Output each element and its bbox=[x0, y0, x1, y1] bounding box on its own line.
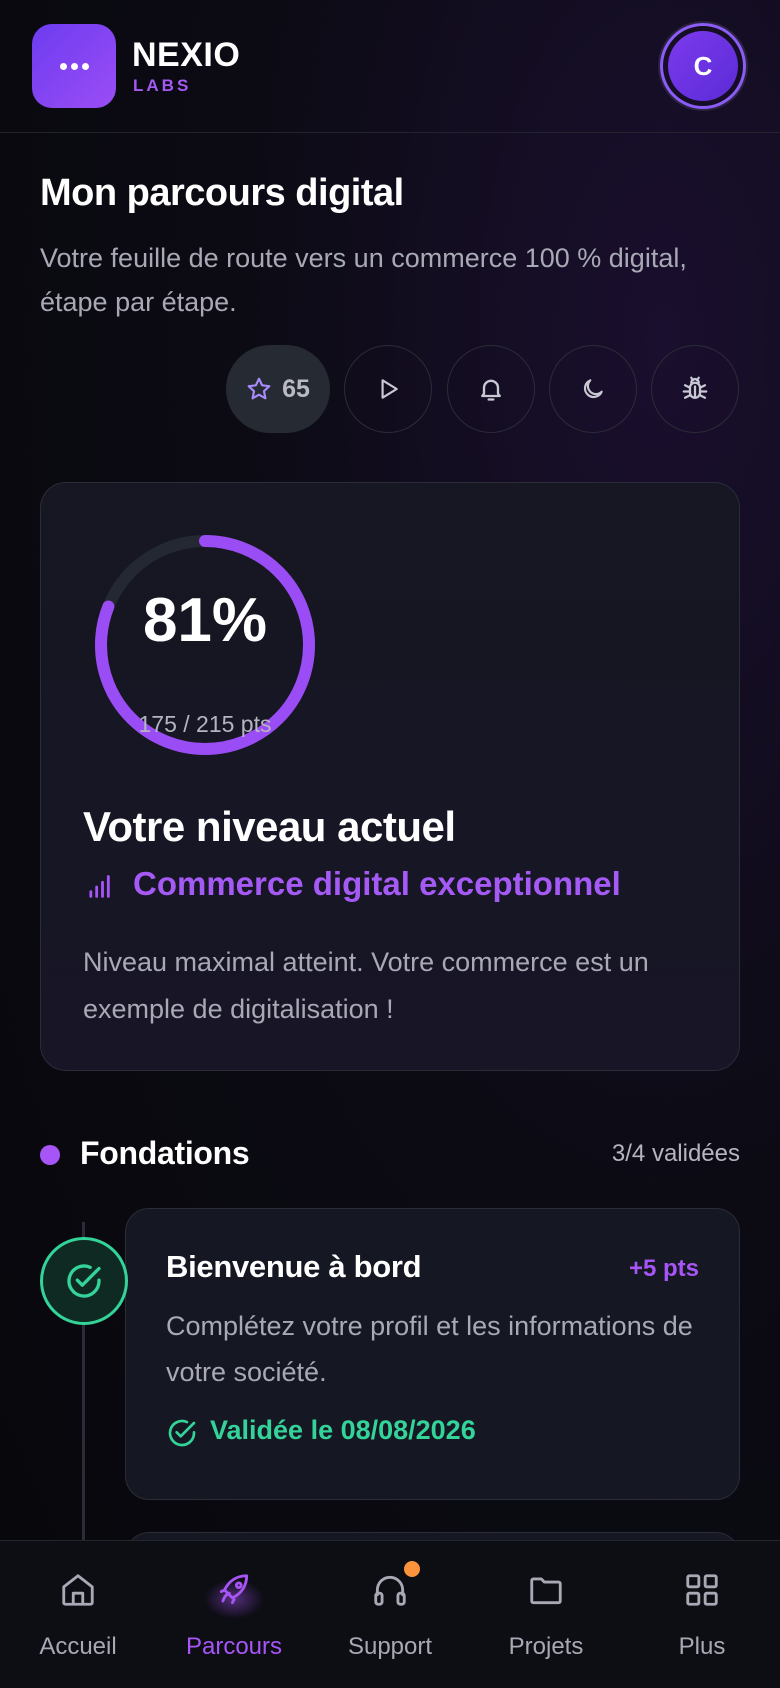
step-status: Validée le 08/08/2026 bbox=[210, 1415, 476, 1445]
grid-icon bbox=[686, 1574, 718, 1606]
app-header: NEXIO LABS C bbox=[0, 0, 780, 133]
check-circle-icon bbox=[67, 1264, 101, 1298]
nav-label: Plus bbox=[678, 1633, 726, 1660]
page-title: Mon parcours digital bbox=[40, 172, 404, 214]
bottom-nav: Accueil Parcours Support Projets Plus bbox=[0, 1540, 780, 1688]
more-dots-icon bbox=[58, 62, 91, 70]
level-heading: Votre niveau actuel bbox=[83, 803, 456, 850]
bell-icon bbox=[481, 379, 501, 401]
step-check-badge bbox=[40, 1237, 128, 1325]
step-points: +5 pts bbox=[628, 1255, 699, 1282]
stars-button[interactable]: 65 bbox=[226, 345, 330, 433]
nav-item-support[interactable]: Support bbox=[312, 1541, 468, 1688]
bug-icon bbox=[682, 376, 708, 399]
step-description: Complétez votre profil et les informatio… bbox=[166, 1311, 693, 1387]
section-title: Fondations bbox=[80, 1135, 250, 1171]
play-button[interactable] bbox=[344, 345, 432, 433]
avatar-initial: C bbox=[668, 31, 738, 101]
level-description: Niveau maximal atteint. Votre commerce e… bbox=[83, 947, 649, 1024]
stars-count: 65 bbox=[282, 374, 310, 403]
report-bug-button[interactable] bbox=[651, 345, 739, 433]
home-icon bbox=[62, 1574, 94, 1606]
nav-item-plus[interactable]: Plus bbox=[624, 1541, 780, 1688]
nav-label: Accueil bbox=[39, 1633, 117, 1660]
progress-percent: 81% bbox=[142, 586, 268, 655]
progress-ring: 81% 175 / 215 pts bbox=[89, 529, 321, 761]
brand-name: NEXIO bbox=[132, 36, 241, 74]
nav-item-accueil[interactable]: Accueil bbox=[0, 1541, 156, 1688]
step-title: Bienvenue à bord bbox=[166, 1249, 422, 1284]
nav-label: Support bbox=[347, 1633, 433, 1660]
app-logo[interactable] bbox=[32, 24, 116, 108]
folder-icon bbox=[530, 1577, 562, 1605]
star-icon bbox=[247, 377, 271, 400]
progress-points: 175 / 215 pts bbox=[138, 711, 272, 737]
check-circle-icon bbox=[168, 1419, 196, 1447]
level-name: Commerce digital exceptionnel bbox=[133, 865, 621, 902]
nav-item-parcours[interactable]: Parcours bbox=[156, 1541, 312, 1688]
brand-subtitle: LABS bbox=[133, 76, 192, 95]
avatar[interactable]: C bbox=[660, 23, 746, 109]
nav-label: Projets bbox=[508, 1633, 584, 1660]
headphones-icon bbox=[374, 1575, 406, 1606]
rocket-icon bbox=[219, 1574, 249, 1605]
nav-label: Parcours bbox=[185, 1633, 283, 1660]
step-card[interactable]: Bienvenue à bord +5 pts Complétez votre … bbox=[125, 1208, 740, 1500]
section-count: 3/4 validées bbox=[611, 1140, 740, 1167]
nav-item-projets[interactable]: Projets bbox=[468, 1541, 624, 1688]
level-card: 81% 175 / 215 pts Votre niveau actuel Co… bbox=[40, 482, 740, 1071]
theme-toggle-button[interactable] bbox=[549, 345, 637, 433]
page-subtitle: Votre feuille de route vers un commerce … bbox=[40, 243, 687, 317]
notification-dot bbox=[404, 1561, 420, 1577]
notifications-button[interactable] bbox=[447, 345, 535, 433]
section-dot bbox=[40, 1145, 60, 1165]
signal-bars-icon bbox=[89, 875, 110, 898]
moon-icon bbox=[583, 379, 603, 399]
play-icon bbox=[381, 379, 398, 399]
